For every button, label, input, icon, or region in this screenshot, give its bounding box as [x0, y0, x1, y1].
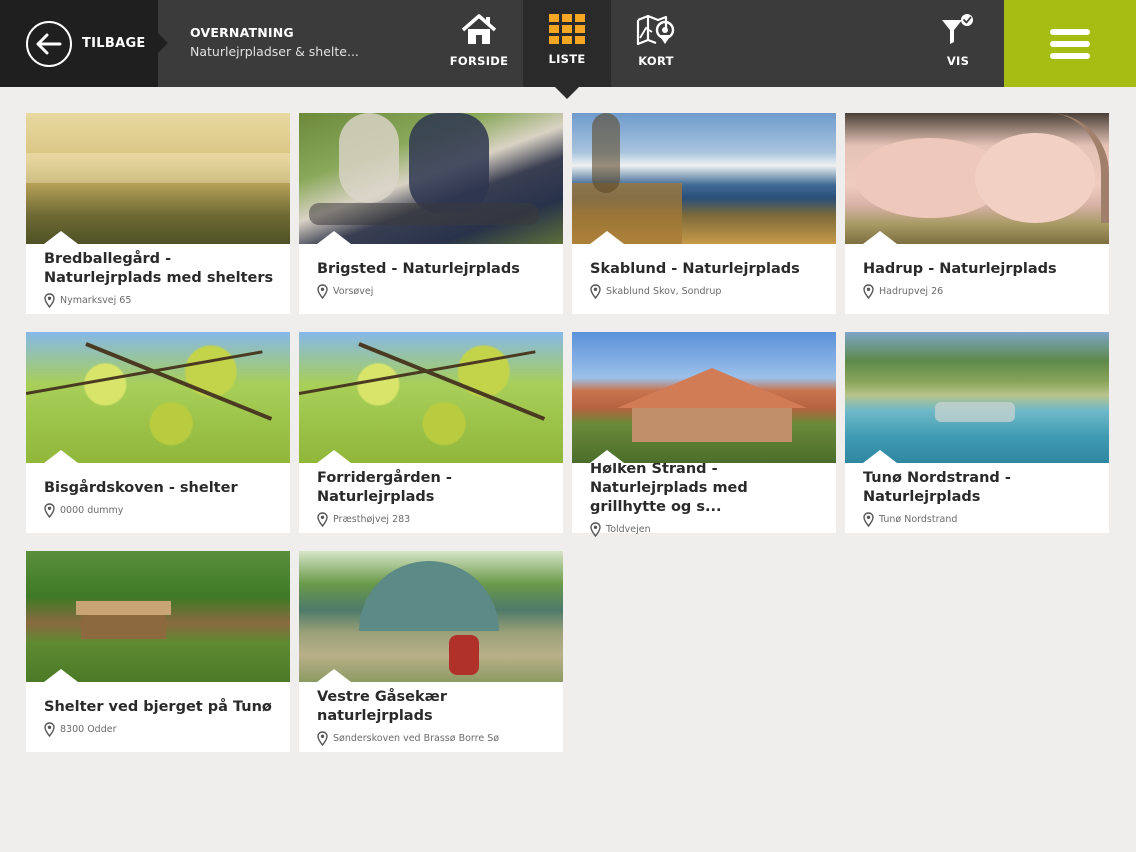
nav-home[interactable]: FORSIDE [440, 0, 518, 87]
location-pin-icon [863, 512, 874, 527]
location-pin-icon [863, 283, 874, 299]
location-pin-icon [590, 283, 601, 299]
grid-icon [549, 14, 585, 44]
card-image [845, 332, 1109, 463]
location-pin-icon [317, 731, 328, 746]
card-address: Sønderskoven ved Brassø Borre Sø [333, 733, 500, 744]
location-pin-icon [590, 521, 601, 537]
nav-list-label: LISTE [548, 52, 586, 66]
card-image [299, 113, 563, 244]
map-pin-icon [636, 14, 675, 46]
list-item[interactable]: Forridergården - Naturlejrplads Præsthøj… [299, 332, 563, 533]
list-item[interactable]: Hølken Strand - Naturlejrplads med grill… [572, 332, 836, 537]
nav-filter-label: VIS [946, 54, 970, 68]
card-image [26, 332, 290, 463]
card-title: Bredballegård - Naturlejrplads med shelt… [44, 251, 274, 286]
card-address: 0000 dummy [60, 504, 124, 516]
card-address: Skablund Skov, Sondrup [606, 285, 722, 297]
card-title: Tunø Nordstrand - Naturlejrplads [863, 470, 1011, 505]
filter-check-icon [942, 14, 973, 44]
card-image [26, 551, 290, 682]
card-title: Brigsted - Naturlejrplads [317, 260, 520, 277]
home-icon [461, 14, 497, 44]
nav-map-label: KORT [638, 54, 674, 68]
card-title: Hølken Strand - Naturlejrplads med grill… [590, 460, 748, 515]
list-item[interactable]: Hadrup - Naturlejrplads Hadrupvej 26 [845, 113, 1109, 314]
nav-home-label: FORSIDE [449, 54, 509, 68]
arrow-left-icon [26, 20, 72, 67]
list-item[interactable]: Bisgårdskoven - shelter 0000 dummy [26, 332, 290, 533]
card-image [299, 551, 563, 682]
top-bar: TILBAGE OVERNATNING Naturlejrpladser & s… [0, 0, 1136, 99]
location-pin-icon [317, 283, 328, 299]
location-pin-icon [44, 293, 55, 308]
card-address: 8300 Odder [60, 723, 117, 735]
page-subtitle: Naturlejrpladser & shelte... [190, 44, 359, 59]
page-title: OVERNATNING [190, 25, 294, 40]
card-title: Shelter ved bjerget på Tunø [44, 698, 272, 715]
nav-list[interactable]: LISTE [523, 0, 611, 99]
card-address: Præsthøjvej 283 [333, 514, 411, 525]
back-button[interactable]: TILBAGE [0, 0, 168, 87]
card-image [845, 113, 1109, 244]
card-address: Nymarksvej 65 [60, 295, 132, 306]
card-title: Forridergården - Naturlejrplads [317, 470, 452, 505]
card-title: Vestre Gåsekær naturlejrplads [317, 689, 447, 724]
location-pin-icon [44, 502, 55, 518]
nav-map[interactable]: KORT [616, 0, 696, 87]
location-pin-icon [317, 512, 328, 527]
card-address: Vorsøvej [333, 285, 374, 297]
card-title: Skablund - Naturlejrplads [590, 260, 800, 277]
card-image [572, 332, 836, 463]
site-list: Bredballegård - Naturlejrplads med shelt… [26, 113, 1110, 752]
location-pin-icon [44, 721, 55, 737]
nav-filter[interactable]: VIS [920, 0, 996, 87]
list-item[interactable]: Vestre Gåsekær naturlejrplads Sønderskov… [299, 551, 563, 752]
list-item[interactable]: Brigsted - Naturlejrplads Vorsøvej [299, 113, 563, 314]
menu-button[interactable] [1004, 0, 1136, 87]
card-title: Bisgårdskoven - shelter [44, 479, 238, 496]
card-address: Tunø Nordstrand [879, 514, 958, 525]
list-item[interactable]: Skablund - Naturlejrplads Skablund Skov,… [572, 113, 836, 314]
list-item[interactable]: Shelter ved bjerget på Tunø 8300 Odder [26, 551, 290, 752]
card-image [26, 113, 290, 244]
card-address: Toldvejen [606, 523, 651, 535]
back-label: TILBAGE [82, 36, 146, 51]
card-image [299, 332, 563, 463]
card-title: Hadrup - Naturlejrplads [863, 260, 1057, 277]
card-address: Hadrupvej 26 [879, 285, 944, 297]
list-item[interactable]: Bredballegård - Naturlejrplads med shelt… [26, 113, 290, 314]
list-item[interactable]: Tunø Nordstrand - Naturlejrplads Tunø No… [845, 332, 1109, 533]
page-title-block: OVERNATNING Naturlejrpladser & shelte... [190, 25, 359, 59]
card-image [572, 113, 836, 244]
hamburger-icon [1050, 23, 1090, 65]
